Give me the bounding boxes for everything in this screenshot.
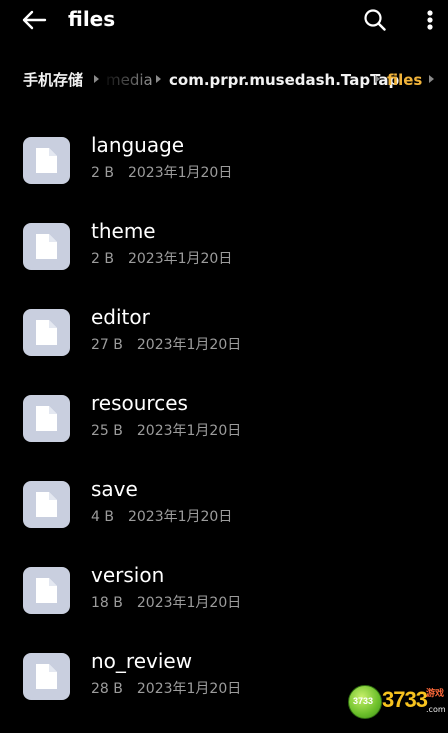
file-icon (23, 137, 70, 184)
watermark-logo-text: 3733 (382, 687, 428, 712)
file-icon (23, 653, 70, 700)
file-row-save[interactable]: save 4 B 2023年1月20日 (0, 475, 448, 561)
file-name: no_review (91, 649, 193, 673)
file-icon (23, 567, 70, 614)
file-date: 2023年1月20日 (127, 165, 233, 181)
more-vertical-icon (427, 10, 433, 30)
file-row-resources[interactable]: resources 25 B 2023年1月20日 (0, 389, 448, 475)
chevron-right-icon (375, 75, 380, 83)
file-date: 2023年1月20日 (127, 509, 233, 525)
file-name: editor (91, 305, 150, 329)
file-name: save (91, 477, 138, 501)
file-meta: 18 B 2023年1月20日 (91, 594, 241, 612)
file-meta: 4 B 2023年1月20日 (91, 508, 232, 526)
file-size: 4 B (91, 509, 114, 525)
file-icon (23, 223, 70, 270)
more-options-button[interactable] (418, 4, 442, 36)
watermark-domain-text: .com (426, 705, 446, 714)
watermark-sub-text: 游戏 (426, 689, 445, 699)
watermark-logo: 3733 3733 游戏 .com (346, 685, 446, 719)
file-name: resources (91, 391, 188, 415)
file-name: version (91, 563, 165, 587)
chevron-right-icon (94, 75, 99, 83)
file-icon (23, 309, 70, 356)
chevron-right-icon (156, 75, 161, 83)
breadcrumb: 手机存储 media com.prpr.musedash.TapTap file… (0, 60, 448, 100)
file-icon (23, 481, 70, 528)
file-date: 2023年1月20日 (136, 337, 242, 353)
back-button[interactable] (16, 4, 52, 36)
search-icon (364, 9, 386, 31)
breadcrumb-item-package[interactable]: com.prpr.musedash.TapTap (169, 70, 399, 90)
file-size: 2 B (91, 251, 114, 267)
file-size: 27 B (91, 337, 123, 353)
file-meta: 2 B 2023年1月20日 (91, 164, 232, 182)
file-size: 2 B (91, 165, 114, 181)
file-size: 28 B (91, 681, 123, 697)
file-meta: 27 B 2023年1月20日 (91, 336, 241, 354)
file-size: 18 B (91, 595, 123, 611)
search-button[interactable] (359, 4, 391, 36)
watermark-ball-text: 3733 (353, 696, 374, 706)
file-meta: 2 B 2023年1月20日 (91, 250, 232, 268)
file-name: theme (91, 219, 156, 243)
file-size: 25 B (91, 423, 123, 439)
page-title: files (68, 7, 116, 31)
file-date: 2023年1月20日 (136, 595, 242, 611)
breadcrumb-item-media[interactable]: media (106, 70, 153, 90)
arrow-left-icon (22, 10, 47, 30)
file-row-version[interactable]: version 18 B 2023年1月20日 (0, 561, 448, 647)
file-row-editor[interactable]: editor 27 B 2023年1月20日 (0, 303, 448, 389)
chevron-right-icon (429, 75, 434, 83)
file-date: 2023年1月20日 (136, 681, 242, 697)
file-icon (23, 395, 70, 442)
file-date: 2023年1月20日 (127, 251, 233, 267)
watermark-ball-icon: 3733 (348, 685, 382, 719)
file-row-language[interactable]: language 2 B 2023年1月20日 (0, 131, 448, 217)
file-date: 2023年1月20日 (136, 423, 242, 439)
breadcrumb-item-phone-storage[interactable]: 手机存储 (23, 70, 83, 90)
file-name: language (91, 133, 185, 157)
file-meta: 25 B 2023年1月20日 (91, 422, 241, 440)
top-app-bar: files (0, 0, 448, 40)
file-row-theme[interactable]: theme 2 B 2023年1月20日 (0, 217, 448, 303)
breadcrumb-item-files[interactable]: files (387, 70, 422, 90)
file-meta: 28 B 2023年1月20日 (91, 680, 241, 698)
